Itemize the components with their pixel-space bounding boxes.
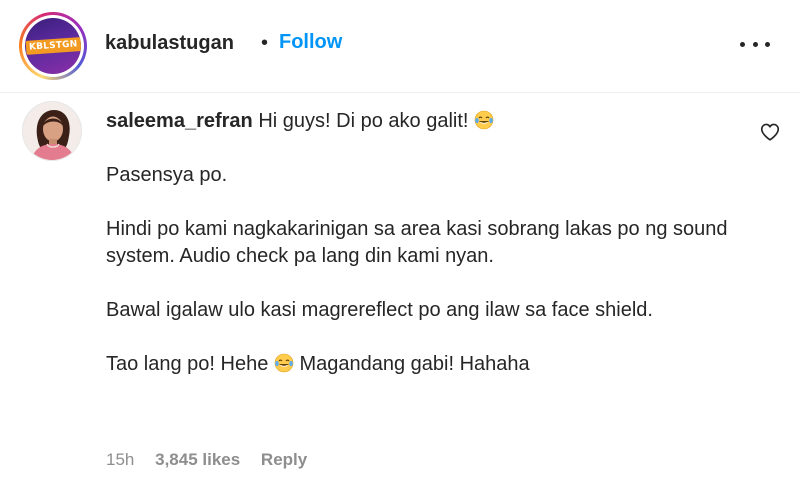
more-options-icon[interactable] xyxy=(740,34,770,54)
comment-timestamp: 15h xyxy=(106,450,135,469)
laughing-crying-emoji-icon xyxy=(474,110,494,130)
account-username[interactable]: kabulastugan xyxy=(105,31,234,55)
comment-line-1: Hi guys! Di po ako galit! xyxy=(258,110,469,132)
commenter-avatar[interactable] xyxy=(22,101,82,161)
comment-likes-count[interactable]: 3,845 likes xyxy=(155,450,240,469)
logo-text: KBLSTGN xyxy=(25,37,81,55)
commenter-photo xyxy=(23,102,81,160)
comment-paragraph-2: Pasensya po. xyxy=(106,164,228,186)
comment-paragraph-5a: Tao lang po! Hehe xyxy=(106,353,269,375)
comment-meta: 15h 3,845 likes Reply xyxy=(106,449,323,471)
laughing-crying-emoji-icon xyxy=(274,353,294,373)
account-avatar-logo: KBLSTGN xyxy=(25,18,81,74)
comment-paragraph-3: Hindi po kami nagkakarinigan sa area kas… xyxy=(106,218,728,267)
instagram-post-comment: KBLSTGN kabulastugan • Follow saleema_re… xyxy=(0,0,800,496)
follow-button[interactable]: Follow xyxy=(279,30,342,54)
comment-paragraph-5b: Magandang gabi! Hahaha xyxy=(299,353,530,375)
heart-outline-icon[interactable] xyxy=(759,121,781,143)
post-header: KBLSTGN kabulastugan • Follow xyxy=(0,0,800,93)
story-ring[interactable]: KBLSTGN xyxy=(19,12,87,80)
comment-body: saleema_refran Hi guys! Di po ako galit!… xyxy=(106,108,736,378)
commenter-username[interactable]: saleema_refran xyxy=(106,110,253,132)
comment-paragraph-4: Bawal igalaw ulo kasi magrereflect po an… xyxy=(106,299,653,321)
separator-dot: • xyxy=(261,32,269,54)
reply-button[interactable]: Reply xyxy=(261,450,307,469)
